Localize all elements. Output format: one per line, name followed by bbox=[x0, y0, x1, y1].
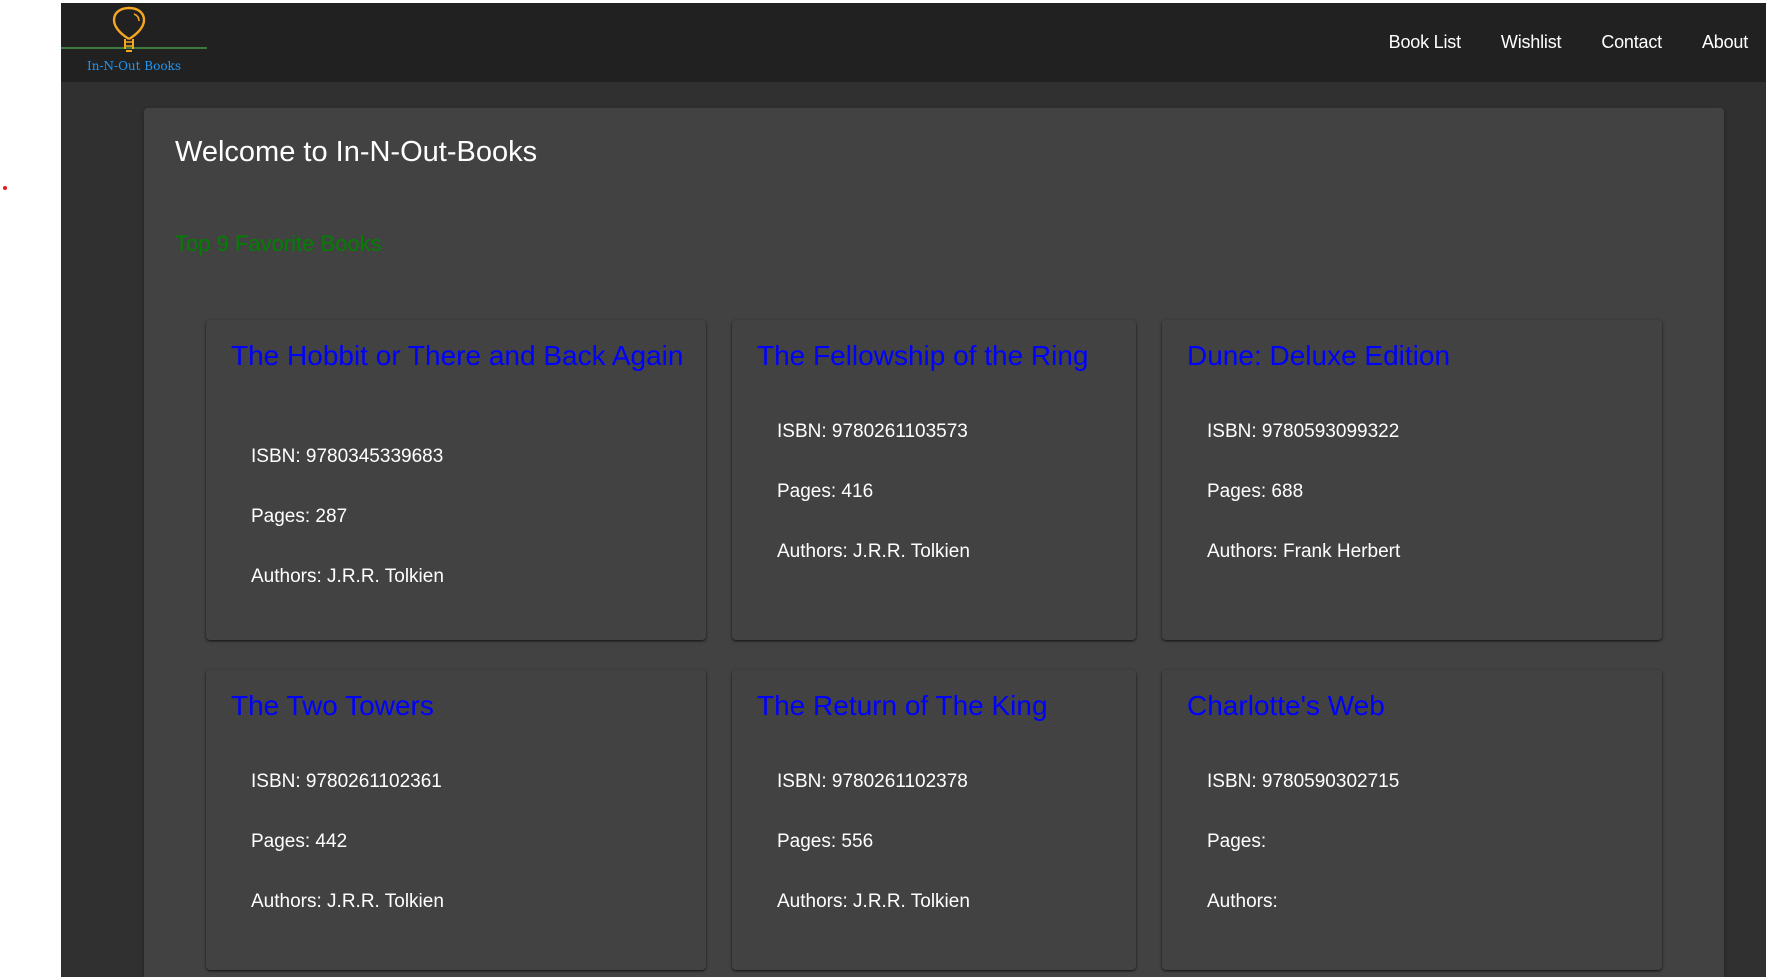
book-authors: Authors: J.R.R. Tolkien bbox=[251, 566, 444, 587]
book-card: The Hobbit or There and Back Again ISBN:… bbox=[206, 320, 706, 640]
book-pages: Pages: 416 bbox=[777, 481, 874, 502]
book-pages: Pages: 556 bbox=[777, 831, 874, 852]
book-card: Charlotte's Web ISBN: 9780590302715 Page… bbox=[1162, 670, 1662, 970]
book-authors: Authors: bbox=[1207, 891, 1278, 912]
book-isbn: ISBN: 9780261103573 bbox=[777, 421, 968, 442]
app-window: In-N-Out Books Book List Wishlist Contac… bbox=[61, 3, 1766, 977]
navbar: In-N-Out Books Book List Wishlist Contac… bbox=[61, 3, 1766, 82]
book-isbn: ISBN: 9780593099322 bbox=[1207, 421, 1400, 442]
section-title: Top 9 Favorite Books bbox=[175, 231, 382, 256]
nav-contact[interactable]: Contact bbox=[1601, 32, 1662, 53]
book-pages: Pages: bbox=[1207, 831, 1267, 852]
book-authors: Authors: J.R.R. Tolkien bbox=[777, 541, 970, 562]
book-authors: Authors: Frank Herbert bbox=[1207, 541, 1401, 562]
logo-text: In-N-Out Books bbox=[87, 59, 181, 73]
book-isbn: ISBN: 9780261102361 bbox=[251, 771, 442, 792]
nav-wishlist[interactable]: Wishlist bbox=[1501, 32, 1562, 53]
book-card: The Return of The King ISBN: 97802611023… bbox=[732, 670, 1136, 970]
book-title-link[interactable]: The Fellowship of the Ring bbox=[757, 342, 1116, 370]
book-title-link[interactable]: The Return of The King bbox=[757, 692, 1116, 720]
book-details: ISBN: 9780261103573 Pages: 416 Authors: … bbox=[777, 420, 1116, 600]
book-isbn: ISBN: 9780590302715 bbox=[1207, 771, 1400, 792]
book-authors: Authors: J.R.R. Tolkien bbox=[777, 891, 970, 912]
book-isbn: ISBN: 9780261102378 bbox=[777, 771, 968, 792]
logo[interactable]: In-N-Out Books bbox=[61, 6, 207, 76]
page-title: Welcome to In-N-Out-Books bbox=[175, 136, 538, 168]
lightbulb-icon bbox=[61, 6, 207, 52]
book-isbn: ISBN: 9780345339683 bbox=[251, 446, 444, 467]
main-card: Welcome to In-N-Out-Books Top 9 Favorite… bbox=[144, 108, 1724, 977]
book-title-link[interactable]: The Two Towers bbox=[231, 692, 686, 720]
book-card: Dune: Deluxe Edition ISBN: 9780593099322… bbox=[1162, 320, 1662, 640]
red-dot-marker bbox=[3, 186, 7, 190]
nav-links: Book List Wishlist Contact About bbox=[1349, 3, 1749, 82]
nav-book-list[interactable]: Book List bbox=[1389, 32, 1461, 53]
book-title-link[interactable]: Charlotte's Web bbox=[1187, 692, 1642, 720]
book-details: ISBN: 9780590302715 Pages: Authors: bbox=[1207, 770, 1642, 950]
book-details: ISBN: 9780261102378 Pages: 556 Authors: … bbox=[777, 770, 1116, 950]
book-pages: Pages: 442 bbox=[251, 831, 348, 852]
book-title-link[interactable]: The Hobbit or There and Back Again bbox=[231, 342, 686, 370]
book-pages: Pages: 688 bbox=[1207, 481, 1304, 502]
book-card: The Fellowship of the Ring ISBN: 9780261… bbox=[732, 320, 1136, 640]
book-details: ISBN: 9780345339683 Pages: 287 Authors: … bbox=[251, 445, 686, 625]
nav-about[interactable]: About bbox=[1702, 32, 1748, 53]
book-authors: Authors: J.R.R. Tolkien bbox=[251, 891, 444, 912]
book-title-link[interactable]: Dune: Deluxe Edition bbox=[1187, 342, 1642, 370]
book-details: ISBN: 9780261102361 Pages: 442 Authors: … bbox=[251, 770, 686, 950]
book-card: The Two Towers ISBN: 9780261102361 Pages… bbox=[206, 670, 706, 970]
book-details: ISBN: 9780593099322 Pages: 688 Authors: … bbox=[1207, 420, 1642, 600]
book-pages: Pages: 287 bbox=[251, 506, 348, 527]
